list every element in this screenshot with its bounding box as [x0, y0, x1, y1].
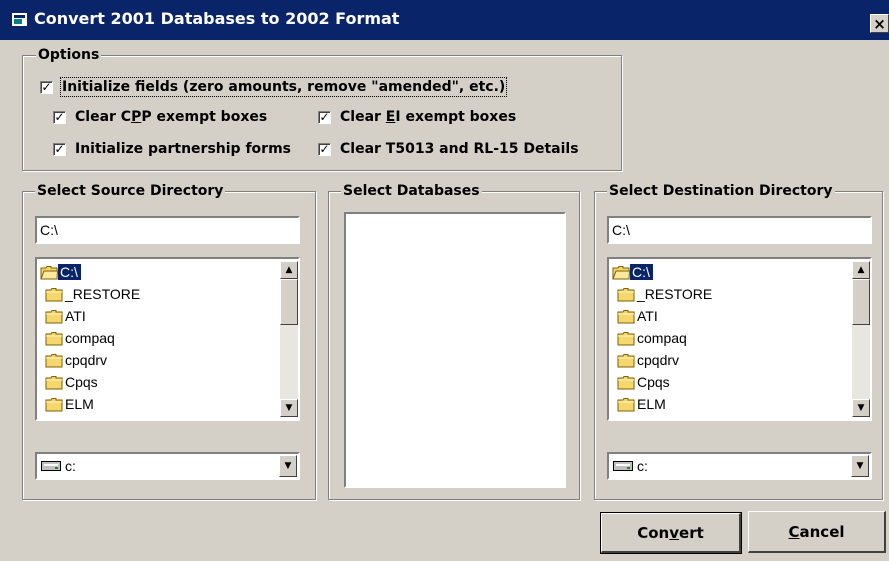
- clear-t5013-label: Clear T5013 and RL-15 Details: [340, 141, 579, 157]
- source-directory-group: Select Source Directory C:\ C:\ _RESTORE A…: [22, 182, 316, 500]
- scroll-down-icon[interactable]: ▼: [852, 399, 870, 417]
- databases-legend: Select Databases: [341, 182, 482, 200]
- clear-cpp-checkbox[interactable]: ✓ Clear CPP exempt boxes: [53, 109, 267, 125]
- cancel-button[interactable]: Cancel: [748, 511, 886, 553]
- folder-name: C:\: [58, 264, 81, 280]
- destination-scrollbar[interactable]: ▲ ▼: [852, 261, 870, 417]
- scroll-down-icon[interactable]: ▼: [280, 399, 298, 417]
- check-icon: ✓: [318, 141, 331, 156]
- folder-icon: [45, 309, 63, 323]
- folder-list-item[interactable]: ELM: [617, 393, 669, 415]
- folder-icon: [45, 353, 63, 367]
- source-folder-list[interactable]: C:\ _RESTORE ATI compaq cpqdrv Cpqs ELM ▲ ▼: [35, 257, 300, 421]
- folder-name: ELM: [637, 396, 666, 412]
- initialize-fields-checkbox[interactable]: ✓ Initialize fields (zero amounts, remov…: [40, 77, 508, 97]
- open-folder-icon: [40, 265, 58, 279]
- folder-list-item[interactable]: ATI: [617, 305, 661, 327]
- destination-directory-group: Select Destination Directory C:\ C:\ _RES…: [594, 182, 883, 500]
- folder-name: C:\: [630, 264, 653, 280]
- folder-name: ATI: [65, 308, 86, 324]
- folder-name: ELM: [65, 396, 94, 412]
- folder-name: compaq: [637, 330, 687, 346]
- window-title: Convert 2001 Databases to 2002 Format: [34, 9, 400, 28]
- destination-folder-list[interactable]: C:\ _RESTORE ATI compaq cpqdrv Cpqs ELM ▲ ▼: [607, 257, 872, 421]
- open-folder-icon: [612, 265, 630, 279]
- folder-icon: [45, 287, 63, 301]
- folder-list-item[interactable]: Cpqs: [617, 371, 673, 393]
- source-drive-select[interactable]: c: ▼: [35, 452, 300, 480]
- folder-icon: [45, 331, 63, 345]
- drive-icon: [41, 461, 61, 471]
- check-icon: ✓: [53, 109, 66, 124]
- folder-name: compaq: [65, 330, 115, 346]
- folder-list-item[interactable]: _RESTORE: [617, 283, 715, 305]
- scroll-up-icon[interactable]: ▲: [852, 261, 870, 279]
- scroll-thumb[interactable]: [280, 279, 298, 325]
- folder-icon: [617, 375, 635, 389]
- title-bar: Convert 2001 Databases to 2002 Format ×: [0, 0, 889, 40]
- scroll-up-icon[interactable]: ▲: [280, 261, 298, 279]
- folder-name: _RESTORE: [65, 286, 141, 302]
- clear-t5013-checkbox[interactable]: ✓ Clear T5013 and RL-15 Details: [318, 141, 579, 157]
- convert-button[interactable]: Convert: [600, 512, 742, 554]
- folder-icon: [617, 353, 635, 367]
- folder-list-item[interactable]: C:\: [612, 261, 653, 283]
- folder-list-item[interactable]: _RESTORE: [45, 283, 143, 305]
- destination-drive-value: c:: [637, 458, 648, 474]
- source-scrollbar[interactable]: ▲ ▼: [280, 261, 298, 417]
- initialize-fields-label: Initialize fields (zero amounts, remove …: [59, 77, 508, 97]
- folder-list-item[interactable]: compaq: [617, 327, 690, 349]
- init-partnership-checkbox[interactable]: ✓ Initialize partnership forms: [53, 141, 291, 157]
- folder-icon: [617, 331, 635, 345]
- close-button[interactable]: ×: [870, 14, 889, 33]
- folder-name: _RESTORE: [637, 286, 713, 302]
- source-path-input[interactable]: C:\: [35, 216, 300, 244]
- folder-name: cpqdrv: [637, 352, 680, 368]
- folder-list-item[interactable]: cpqdrv: [617, 349, 682, 371]
- folder-name: Cpqs: [65, 374, 98, 390]
- check-icon: ✓: [318, 109, 331, 124]
- init-partnership-label: Initialize partnership forms: [75, 141, 291, 157]
- destination-legend: Select Destination Directory: [607, 182, 835, 200]
- folder-icon: [45, 375, 63, 389]
- folder-list-item[interactable]: C:\: [40, 261, 81, 283]
- options-legend: Options: [36, 46, 102, 64]
- check-icon: ✓: [53, 141, 66, 156]
- options-group: Options ✓ Initialize fields (zero amount…: [22, 46, 622, 171]
- folder-icon: [617, 397, 635, 411]
- folder-list-item[interactable]: Cpqs: [45, 371, 101, 393]
- folder-list-item[interactable]: ELM: [45, 393, 97, 415]
- folder-icon: [45, 397, 63, 411]
- scroll-thumb[interactable]: [852, 279, 870, 325]
- folder-list-item[interactable]: ATI: [45, 305, 89, 327]
- clear-ei-label: Clear EI exempt boxes: [340, 109, 517, 125]
- folder-name: cpqdrv: [65, 352, 108, 368]
- folder-list-item[interactable]: cpqdrv: [45, 349, 110, 371]
- databases-group: Select Databases: [328, 182, 580, 500]
- destination-path-input[interactable]: C:\: [607, 216, 872, 244]
- folder-name: ATI: [637, 308, 658, 324]
- database-list[interactable]: [344, 212, 566, 488]
- source-drive-value: c:: [65, 458, 76, 474]
- drive-icon: [613, 461, 633, 471]
- folder-list-item[interactable]: compaq: [45, 327, 118, 349]
- source-legend: Select Source Directory: [35, 182, 226, 200]
- clear-cpp-label: Clear CPP exempt boxes: [75, 109, 268, 125]
- chevron-down-icon[interactable]: ▼: [851, 455, 869, 477]
- clear-ei-checkbox[interactable]: ✓ Clear EI exempt boxes: [318, 109, 516, 125]
- app-icon: [12, 13, 27, 26]
- destination-drive-select[interactable]: c: ▼: [607, 452, 872, 480]
- chevron-down-icon[interactable]: ▼: [279, 455, 297, 477]
- folder-name: Cpqs: [637, 374, 670, 390]
- folder-icon: [617, 287, 635, 301]
- check-icon: ✓: [40, 79, 53, 94]
- folder-icon: [617, 309, 635, 323]
